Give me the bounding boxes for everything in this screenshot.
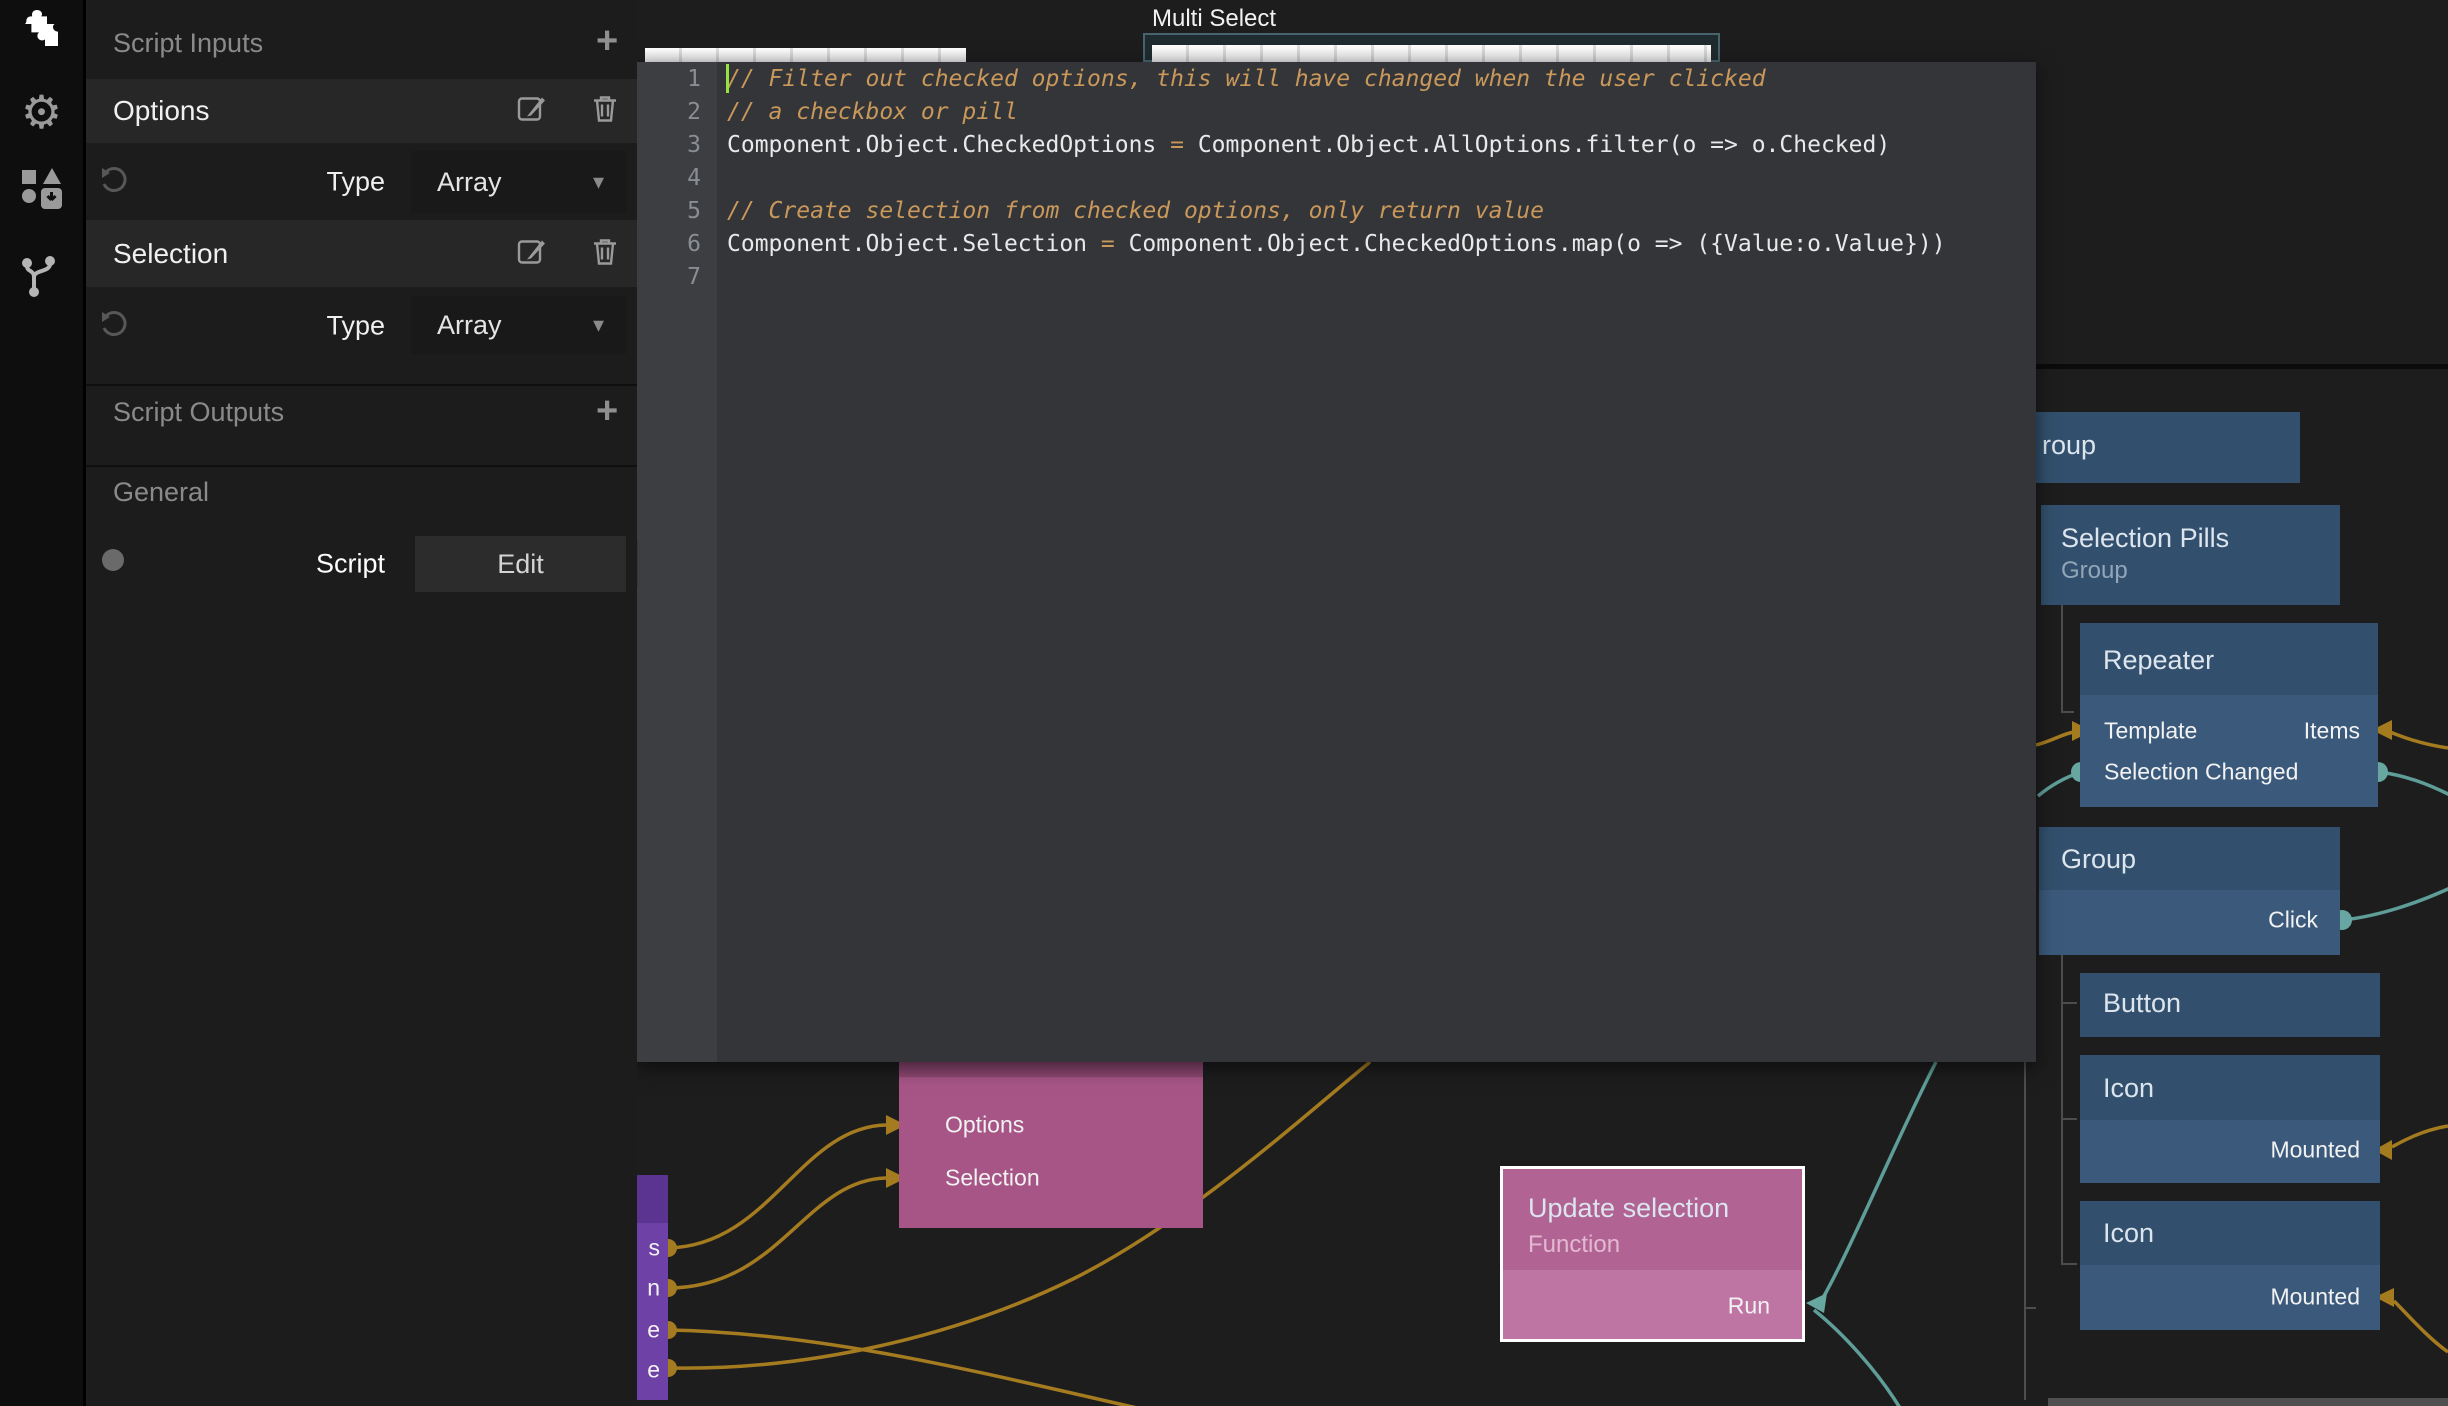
code-line[interactable]: 2// a checkbox or pill (637, 95, 2036, 128)
selection-pills-node[interactable]: Selection Pills Group (2041, 505, 2340, 605)
reset-icon[interactable] (99, 166, 129, 201)
node-title: Button (2103, 988, 2181, 1019)
sidebar-item-node-library[interactable] (0, 166, 83, 216)
script-label: Script (316, 549, 385, 580)
sidebar-item-version-control[interactable] (0, 252, 83, 302)
node-title: roup (2042, 430, 2096, 461)
code-line[interactable]: 5// Create selection from checked option… (637, 194, 2036, 227)
script-inputs-header: Script Inputs (113, 28, 263, 59)
node-subtitle: Group (2061, 557, 2128, 585)
port-selection-changed[interactable]: Selection Changed (2104, 759, 2298, 786)
node-title: Update selection (1528, 1193, 1729, 1224)
port-n[interactable]: n (647, 1275, 660, 1302)
properties-panel: Script Inputs + Options (83, 0, 637, 1406)
code-line[interactable]: 6Component.Object.Selection = Component.… (637, 227, 2036, 260)
node-header (899, 1062, 1203, 1077)
icon-sidebar: ⚙ (0, 0, 83, 1406)
branch-icon (20, 253, 64, 302)
param-row-selection[interactable]: Selection (86, 220, 637, 287)
dropdown-value: Array (437, 167, 593, 198)
rename-icon[interactable] (517, 94, 547, 129)
line-number: 3 (637, 132, 717, 158)
edit-script-button[interactable]: Edit (415, 536, 626, 592)
port-s[interactable]: s (649, 1235, 661, 1262)
gear-icon: ⚙ (21, 89, 62, 135)
line-number: 7 (637, 264, 717, 290)
widget-preview-bar (1152, 45, 1711, 62)
port-e[interactable]: e (647, 1317, 660, 1344)
script-port-dot[interactable] (102, 549, 124, 571)
update-selection-node[interactable]: Update selection Function Run (1500, 1166, 1805, 1342)
node-header (637, 1175, 668, 1223)
icon-node-1[interactable]: Icon Mounted (2080, 1055, 2380, 1183)
script-object-node[interactable]: snee (637, 1175, 668, 1400)
param-row-options[interactable]: Options (86, 79, 637, 143)
port-selection[interactable]: Selection (945, 1165, 1040, 1192)
general-header: General (113, 477, 209, 508)
add-input-button[interactable]: + (596, 22, 618, 60)
code-line[interactable]: 1// Filter out checked options, this wil… (637, 62, 2036, 95)
group-top-node[interactable]: roup (2036, 412, 2300, 483)
node-title: Icon (2103, 1218, 2154, 1249)
object-ports-node[interactable]: Options Selection (899, 1062, 1203, 1228)
line-number: 4 (637, 165, 717, 191)
chevron-down-icon: ▾ (593, 169, 604, 195)
code-line[interactable]: 4 (637, 161, 2036, 194)
section-separator (86, 384, 637, 386)
sidebar-item-components[interactable] (0, 8, 83, 52)
code-line[interactable]: 7 (637, 260, 2036, 293)
type-label: Type (326, 167, 385, 198)
chevron-down-icon: ▾ (593, 312, 604, 338)
node-title: Icon (2103, 1073, 2154, 1104)
param-name: Options (113, 95, 210, 127)
type-dropdown[interactable]: Array ▾ (411, 151, 626, 213)
components-icon (19, 166, 65, 217)
group-node[interactable]: Group Click (2039, 827, 2340, 955)
port-run[interactable]: Run (1728, 1293, 1770, 1320)
param-name: Selection (113, 238, 228, 270)
code-line[interactable]: 3Component.Object.CheckedOptions = Compo… (637, 128, 2036, 161)
text-caret (726, 64, 729, 93)
node-header (2041, 505, 2340, 605)
port-items[interactable]: Items (2304, 718, 2360, 745)
port-template[interactable]: Template (2104, 718, 2197, 745)
script-editor[interactable]: 1// Filter out checked options, this wil… (637, 62, 2036, 1062)
repeater-node[interactable]: Repeater Template ItemsSelection Changed (2080, 623, 2378, 807)
delete-icon[interactable] (591, 94, 619, 129)
reset-icon[interactable] (99, 310, 129, 345)
icon-node-2[interactable]: Icon Mounted (2080, 1201, 2380, 1330)
line-number: 5 (637, 198, 717, 224)
section-separator (86, 465, 637, 467)
sidebar-item-settings[interactable]: ⚙ (0, 88, 83, 136)
type-label: Type (326, 311, 385, 342)
node-title: Group (2061, 844, 2136, 875)
multi-select-title: Multi Select (1152, 5, 1276, 33)
canvas-horizontal-scrollbar[interactable] (2048, 1398, 2448, 1406)
node-title: Selection Pills (2061, 523, 2229, 554)
node-title: Repeater (2103, 645, 2214, 676)
widget-preview-bar (645, 48, 966, 62)
script-outputs-header: Script Outputs (113, 397, 284, 428)
port-click[interactable]: Click (2268, 907, 2318, 934)
port-mounted[interactable]: Mounted (2270, 1284, 2360, 1311)
app-window: Multi Select roup Selection Pills Group Rep… (0, 0, 2448, 1406)
delete-icon[interactable] (591, 236, 619, 271)
port-mounted[interactable]: Mounted (2270, 1137, 2360, 1164)
line-number: 6 (637, 231, 717, 257)
button-node[interactable]: Button (2080, 973, 2380, 1037)
dropdown-value: Array (437, 310, 593, 341)
add-output-button[interactable]: + (596, 392, 618, 430)
type-dropdown[interactable]: Array ▾ (411, 296, 626, 354)
port-options[interactable]: Options (945, 1112, 1024, 1139)
rename-icon[interactable] (517, 236, 547, 271)
line-number: 2 (637, 99, 717, 125)
node-subtitle: Function (1528, 1231, 1620, 1259)
line-number: 1 (637, 66, 717, 92)
port-e[interactable]: e (647, 1357, 660, 1384)
puzzle-icon (21, 8, 63, 53)
